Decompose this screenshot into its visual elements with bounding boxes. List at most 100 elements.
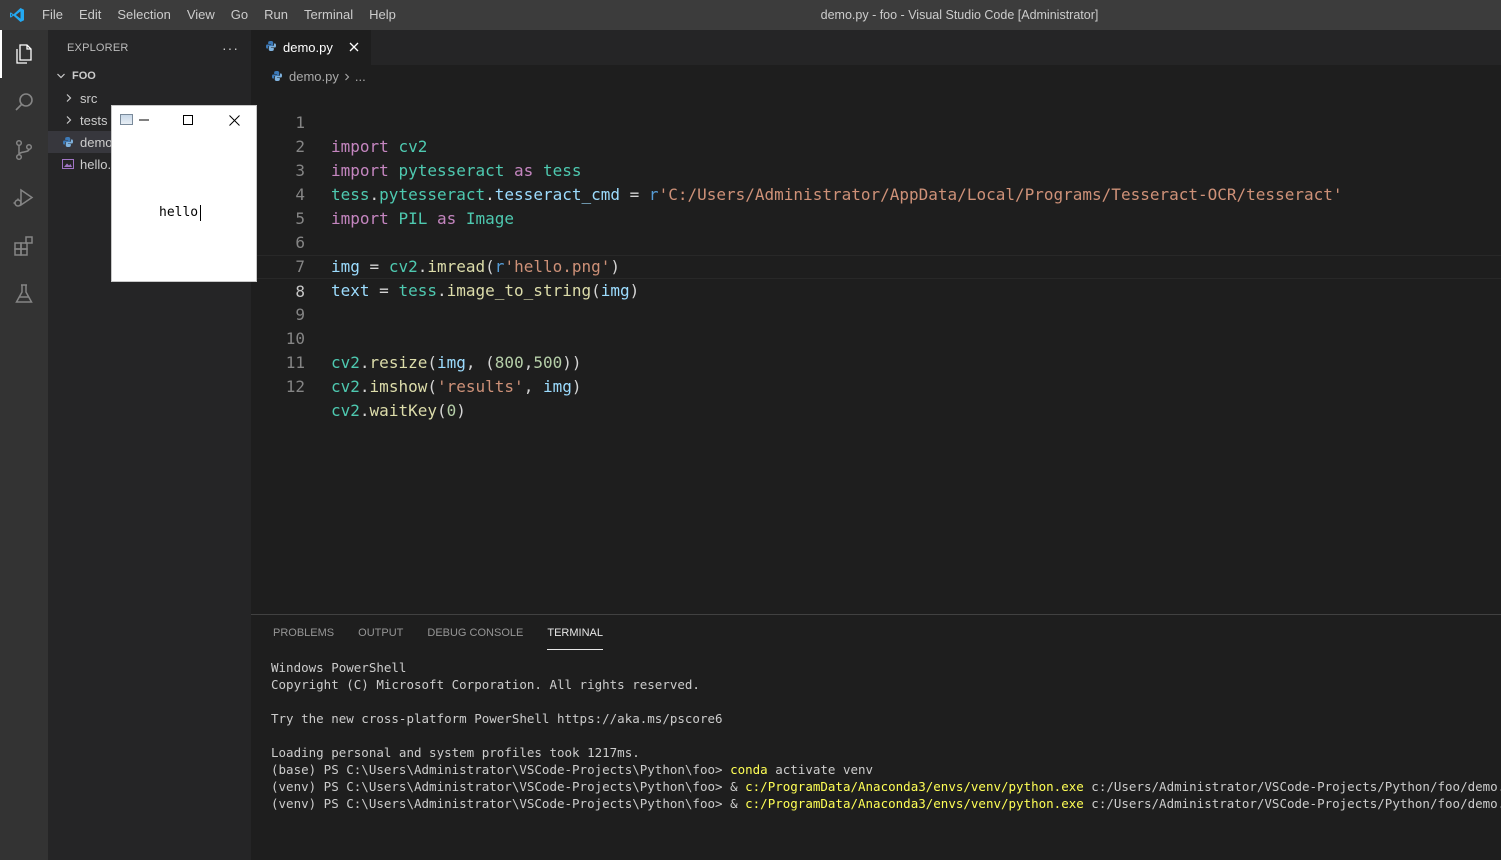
code-token: img [542, 377, 572, 396]
more-actions-icon[interactable]: ··· [222, 40, 239, 56]
menu-bar: File Edit Selection View Go Run Terminal… [34, 0, 404, 30]
code-token: , [523, 377, 543, 396]
terminal-line: Loading personal and system profiles too… [271, 745, 640, 760]
opencv-window-titlebar[interactable] [112, 106, 256, 134]
code-line: 10 cv2.resize(img, (800,500)) [251, 303, 1501, 372]
code-line: 11 cv2.imshow('results', img) [251, 327, 1501, 396]
chevron-down-icon [54, 71, 68, 81]
menu-help[interactable]: Help [361, 0, 404, 30]
root-folder-label: FOO [72, 70, 96, 82]
terminal-output[interactable]: Windows PowerShell Copyright (C) Microso… [251, 651, 1501, 812]
chevron-right-icon [62, 115, 76, 125]
tab-terminal[interactable]: TERMINAL [547, 615, 603, 651]
code-token: imshow [369, 377, 428, 396]
folder-root-foo[interactable]: FOO [48, 65, 251, 87]
explorer-title: EXPLORER [67, 41, 129, 54]
breadcrumb: demo.py ... [251, 65, 1501, 87]
terminal-line: (venv) PS C:\Users\Administrator\VSCode-… [271, 795, 1501, 812]
image-cursor-line [200, 205, 201, 221]
code-token: 'results' [436, 377, 524, 396]
code-token: waitKey [369, 401, 437, 420]
menu-file[interactable]: File [34, 0, 71, 30]
terminal-line: Try the new cross-platform PowerShell ht… [271, 711, 723, 726]
code-token: ( [427, 377, 437, 396]
code-line: 5 [251, 183, 1501, 228]
activity-bar [0, 30, 48, 860]
editor-tab-bar: demo.py [251, 30, 1501, 65]
chevron-right-icon [343, 69, 351, 84]
menu-view[interactable]: View [179, 0, 223, 30]
explorer-icon[interactable] [0, 30, 48, 78]
tab-debug-console[interactable]: DEBUG CONSOLE [427, 615, 523, 651]
panel-tab-bar: PROBLEMS OUTPUT DEBUG CONSOLE TERMINAL [251, 615, 1501, 651]
terminal-command: conda [730, 762, 768, 777]
explorer-header: EXPLORER ··· [48, 30, 251, 65]
menu-selection[interactable]: Selection [109, 0, 178, 30]
menu-go[interactable]: Go [223, 0, 256, 30]
python-file-icon [271, 70, 283, 82]
tab-problems[interactable]: PROBLEMS [273, 615, 334, 651]
code-token: 0 [446, 401, 457, 420]
tree-item-label: tests [80, 112, 108, 128]
code-token: ( [436, 401, 447, 420]
terminal-prompt: (base) PS C:\Users\Administrator\VSCode-… [271, 762, 731, 777]
code-line: 4 import PIL as Image [251, 159, 1501, 228]
source-control-icon[interactable] [0, 126, 48, 174]
python-file-icon [265, 40, 277, 55]
code-line: 1 import cv2 [251, 87, 1501, 156]
opencv-image-content: hello [159, 205, 199, 220]
terminal-command: c:/ProgramData/Anaconda3/envs/venv/pytho… [745, 796, 1084, 811]
run-debug-icon[interactable] [0, 174, 48, 222]
tab-label: demo.py [283, 40, 333, 55]
code-token: ) [456, 401, 466, 420]
editor-area: demo.py demo.py ... 1 import cv2 2 impor… [251, 30, 1501, 614]
terminal-args: activate venv [767, 762, 874, 777]
code-line: 2 import pytesseract as tess [251, 111, 1501, 180]
chevron-right-icon [62, 93, 76, 103]
code-line: 3 tess.pytesseract.tesseract_cmd = r'C:/… [251, 135, 1501, 204]
code-token: ) [571, 377, 582, 396]
terminal-line: (venv) PS C:\Users\Administrator\VSCode-… [271, 778, 1501, 795]
maximize-icon[interactable] [170, 106, 206, 134]
code-editor[interactable]: 1 import cv2 2 import pytesseract as tes… [251, 87, 1501, 420]
terminal-prompt: (venv) PS C:\Users\Administrator\VSCode-… [271, 796, 746, 811]
breadcrumb-file[interactable]: demo.py [289, 69, 339, 84]
terminal-line: Windows PowerShell [271, 660, 407, 675]
code-line: 9 [251, 279, 1501, 324]
menu-edit[interactable]: Edit [71, 0, 109, 30]
menu-terminal[interactable]: Terminal [296, 0, 361, 30]
terminal-line: Copyright (C) Microsoft Corporation. All… [271, 677, 700, 692]
python-file-icon [62, 136, 74, 148]
code-line: 6 img = cv2.imread(r'hello.png') [251, 207, 1501, 276]
extensions-icon[interactable] [0, 222, 48, 270]
code-token: cv2 [331, 377, 360, 396]
title-bar: File Edit Selection View Go Run Terminal… [0, 0, 1501, 30]
tree-item-label: src [80, 90, 98, 106]
close-icon[interactable] [216, 106, 252, 134]
code-line: 7 text = tess.image_to_string(img) [251, 231, 1501, 300]
terminal-args: c:/Users/Administrator/VSCode-Projects/P… [1083, 796, 1501, 811]
minimize-icon[interactable] [126, 106, 162, 134]
code-line-current: 8 [251, 255, 1501, 301]
testing-icon[interactable] [0, 270, 48, 318]
code-line: 12 cv2.waitKey(0) [251, 351, 1501, 420]
code-token: . [359, 377, 370, 396]
search-icon[interactable] [0, 78, 48, 126]
line-number: 12 [285, 377, 305, 396]
opencv-image-window[interactable]: hello [111, 105, 257, 282]
bottom-panel: PROBLEMS OUTPUT DEBUG CONSOLE TERMINAL W… [251, 614, 1501, 860]
terminal-prompt: (venv) PS C:\Users\Administrator\VSCode-… [271, 779, 746, 794]
close-icon[interactable] [346, 39, 362, 55]
terminal-line: (base) PS C:\Users\Administrator\VSCode-… [271, 761, 1501, 778]
menu-run[interactable]: Run [256, 0, 296, 30]
breadcrumb-symbol[interactable]: ... [355, 69, 366, 84]
code-token: . [359, 401, 370, 420]
terminal-args: c:/Users/Administrator/VSCode-Projects/P… [1083, 779, 1501, 794]
tab-demo-py[interactable]: demo.py [251, 30, 371, 65]
tab-output[interactable]: OUTPUT [358, 615, 403, 651]
code-token: cv2 [331, 401, 360, 420]
terminal-command: c:/ProgramData/Anaconda3/envs/venv/pytho… [745, 779, 1084, 794]
vscode-logo-icon[interactable] [0, 0, 34, 30]
